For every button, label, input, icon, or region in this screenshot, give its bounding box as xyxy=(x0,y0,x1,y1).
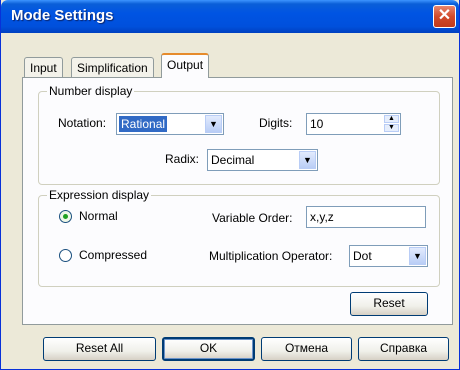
reset-all-button[interactable]: Reset All xyxy=(43,337,156,361)
variable-order-input[interactable]: x,y,z xyxy=(306,206,426,228)
title-bar[interactable]: Mode Settings ✕ xyxy=(1,0,459,33)
spin-up-icon[interactable]: ▲ xyxy=(384,115,399,123)
tab-simplification[interactable]: Simplification xyxy=(71,57,154,77)
close-icon[interactable]: ✕ xyxy=(433,5,456,28)
digits-label: Digits: xyxy=(259,116,293,130)
variable-order-label: Variable Order: xyxy=(212,211,293,225)
radix-select[interactable]: Decimal ▼ xyxy=(207,149,318,171)
ok-button[interactable]: OK xyxy=(162,337,255,361)
compressed-radio[interactable] xyxy=(59,249,72,262)
reset-button[interactable]: Reset xyxy=(350,292,428,316)
spin-down-icon[interactable]: ▼ xyxy=(384,124,399,132)
number-display-legend: Number display xyxy=(47,84,135,98)
dialog-title: Mode Settings xyxy=(11,7,114,24)
tab-input[interactable]: Input xyxy=(24,57,63,77)
output-tab-panel: Number display Notation: Rational ▼ Digi… xyxy=(22,77,453,325)
notation-select[interactable]: Rational ▼ xyxy=(116,113,224,135)
chevron-down-icon[interactable]: ▼ xyxy=(299,151,316,169)
mode-settings-dialog: Mode Settings ✕ Input Simplification Out… xyxy=(0,0,460,370)
chevron-down-icon[interactable]: ▼ xyxy=(205,115,222,133)
multiplication-operator-label: Multiplication Operator: xyxy=(209,249,333,263)
notation-value: Rational xyxy=(119,116,168,132)
radix-label: Radix: xyxy=(165,152,200,166)
help-button[interactable]: Справка xyxy=(358,337,449,361)
variable-order-value: x,y,z xyxy=(310,210,334,224)
digits-spin-buttons[interactable]: ▲ ▼ xyxy=(384,115,399,133)
number-display-group: Number display Notation: Rational ▼ Digi… xyxy=(38,84,440,185)
digits-spinner[interactable]: 10 ▲ ▼ xyxy=(306,113,401,135)
expression-display-legend: Expression display xyxy=(47,188,152,202)
normal-radio-label[interactable]: Normal xyxy=(79,209,118,223)
multiplication-operator-select[interactable]: Dot ▼ xyxy=(349,245,428,267)
digits-value: 10 xyxy=(310,117,324,131)
compressed-radio-label[interactable]: Compressed xyxy=(79,248,147,262)
chevron-down-icon[interactable]: ▼ xyxy=(409,247,426,265)
multiplication-operator-value: Dot xyxy=(353,249,372,263)
notation-label: Notation: xyxy=(58,116,107,130)
normal-radio[interactable] xyxy=(59,210,72,223)
cancel-button[interactable]: Отмена xyxy=(261,337,352,361)
expression-display-group: Expression display Normal Compressed Var… xyxy=(38,188,440,287)
radix-value: Decimal xyxy=(211,153,255,167)
tab-output[interactable]: Output xyxy=(161,53,210,78)
